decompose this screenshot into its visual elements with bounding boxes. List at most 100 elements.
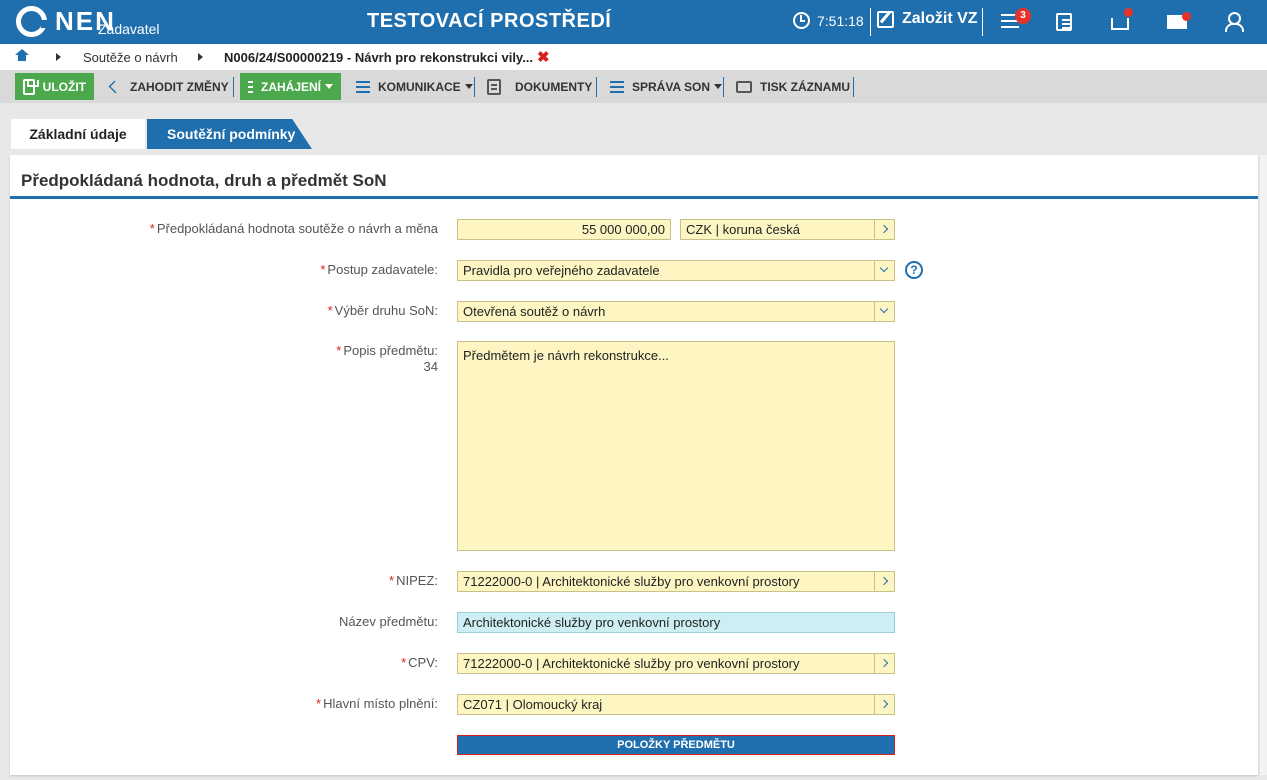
menu-icon[interactable]: 3 [1001, 8, 1031, 34]
value-label-text: Předpokládaná hodnota soutěže o návrh a … [156, 221, 438, 236]
documents-button[interactable]: DOKUMENTY [487, 73, 592, 100]
inbox-alert-dot [1124, 8, 1133, 17]
procedure-label-text: Postup zadavatele: [327, 262, 438, 277]
subject-name-label: Název předmětu: [339, 614, 438, 629]
toolbar-divider [596, 77, 597, 97]
print-label: TISK ZÁZNAMU [760, 79, 850, 94]
communication-label: KOMUNIKACE [378, 79, 461, 94]
place-label-text: Hlavní místo plnění: [323, 696, 438, 711]
chevron-right-icon[interactable] [874, 654, 894, 673]
breadcrumb-arrow-icon [56, 53, 61, 61]
discard-label: ZAHODIT ZMĚNY [130, 79, 229, 94]
calculator-icon[interactable] [1056, 13, 1072, 31]
chevron-down-icon [714, 84, 723, 89]
breadcrumb-arrow-icon [198, 53, 203, 61]
type-label-text: Výběr druhu SoN: [334, 303, 438, 318]
discard-changes-button[interactable]: ZAHODIT ZMĚNY [108, 73, 229, 100]
chevron-right-icon[interactable] [874, 695, 894, 714]
required-mark: * [401, 655, 407, 670]
list-icon [356, 80, 370, 93]
currency-field[interactable]: CZK | koruna česká [680, 219, 895, 240]
chevron-down-icon [464, 84, 473, 89]
nipez-field[interactable]: 71222000-0 | Architektonické služby pro … [457, 571, 895, 592]
breadcrumb-item-current[interactable]: N006/24/S00000219 - Návrh pro rekonstruk… [224, 50, 533, 65]
description-char-count: 34 [423, 359, 438, 374]
breadcrumb: Soutěže o návrh N006/24/S00000219 - Návr… [0, 44, 1267, 70]
user-icon[interactable] [1223, 12, 1245, 32]
manage-label: SPRÁVA SON [632, 79, 711, 94]
menu-badge: 3 [1015, 8, 1031, 24]
top-header: NEN Zadavatel TESTOVACÍ PROSTŘEDÍ 7:51:1… [0, 0, 1267, 44]
currency-value: CZK | koruna česká [686, 222, 800, 237]
clock-icon [793, 12, 810, 29]
help-icon[interactable]: ? [905, 261, 923, 279]
nipez-value: 71222000-0 | Architektonické služby pro … [463, 574, 800, 589]
session-clock: 7:51:18 [793, 12, 864, 29]
value-label: * Předpokládaná hodnota soutěže o návrh a… [150, 221, 438, 236]
toolbar-divider [723, 77, 724, 97]
nipez-label-text: NIPEZ: [396, 573, 438, 588]
estimated-value-input[interactable]: 55 000 000,00 [457, 219, 671, 240]
description-label: * Popis předmětu: [336, 343, 438, 358]
cpv-value: 71222000-0 | Architektonické služby pro … [463, 656, 800, 671]
document-icon [487, 78, 501, 95]
breadcrumb-item-competitions[interactable]: Soutěže o návrh [83, 50, 178, 65]
procedure-select[interactable]: Pravidla pro veřejného zadavatele [457, 260, 895, 281]
home-icon[interactable] [15, 49, 29, 63]
logo-subtitle: Zadavatel [98, 21, 160, 37]
list-icon [248, 80, 253, 93]
start-label: ZAHÁJENÍ [260, 79, 321, 94]
toolbar-divider [474, 77, 475, 97]
undo-icon [108, 80, 122, 93]
environment-title: TESTOVACÍ PROSTŘEDÍ [367, 10, 612, 32]
communication-menu-button[interactable]: KOMUNIKACE [356, 73, 473, 100]
type-label: * Výběr druhu SoN: [328, 303, 438, 318]
create-vz-button[interactable]: Založit VZ [877, 10, 978, 28]
edit-icon [877, 10, 894, 28]
subject-name-field: Architektonické služby pro venkovní pros… [457, 612, 895, 633]
required-mark: * [389, 573, 395, 588]
printer-icon [736, 80, 752, 93]
logo-ring-icon [16, 6, 49, 37]
close-record-icon[interactable]: ✖ [537, 48, 550, 66]
required-mark: * [336, 343, 342, 358]
toolbar-divider [853, 77, 854, 97]
tab-competition-terms[interactable]: Soutěžní podmínky [147, 119, 312, 149]
nipez-label: * NIPEZ: [389, 573, 438, 588]
required-mark: * [320, 262, 326, 277]
mail-alert-dot [1182, 12, 1191, 21]
chevron-down-icon[interactable] [874, 302, 894, 321]
chevron-right-icon[interactable] [874, 572, 894, 591]
procedure-value: Pravidla pro veřejného zadavatele [463, 263, 660, 278]
required-mark: * [316, 696, 322, 711]
scrollbar[interactable] [1260, 155, 1267, 775]
toolbar-divider [233, 77, 234, 97]
documents-label: DOKUMENTY [515, 79, 593, 94]
mail-icon[interactable] [1167, 12, 1191, 29]
start-menu-button[interactable]: ZAHÁJENÍ [240, 73, 341, 100]
form-panel: Předpokládaná hodnota, druh a předmět So… [10, 155, 1258, 775]
print-record-button[interactable]: TISK ZÁZNAMU [736, 73, 850, 100]
procedure-label: * Postup zadavatele: [320, 262, 438, 277]
inbox-icon[interactable] [1111, 8, 1133, 30]
required-mark: * [149, 221, 155, 236]
header-divider [870, 8, 871, 36]
description-textarea[interactable]: Předmětem je návrh rekonstrukce... [457, 341, 895, 551]
section-divider [10, 196, 1258, 199]
manage-son-menu-button[interactable]: SPRÁVA SON [610, 73, 723, 100]
son-type-select[interactable]: Otevřená soutěž o návrh [457, 301, 895, 322]
subject-items-button[interactable]: POLOŽKY PŘEDMĚTU [457, 735, 895, 755]
save-label: ULOŽIT [42, 79, 86, 94]
place-of-performance-field[interactable]: CZ071 | Olomoucký kraj [457, 694, 895, 715]
action-toolbar: ULOŽIT ZAHODIT ZMĚNY ZAHÁJENÍ KOMUNIKACE… [0, 70, 1267, 103]
save-button[interactable]: ULOŽIT [15, 73, 94, 100]
cpv-label-text: CPV: [408, 655, 438, 670]
place-label: * Hlavní místo plnění: [316, 696, 438, 711]
chevron-right-icon[interactable] [874, 220, 894, 239]
son-type-value: Otevřená soutěž o návrh [463, 304, 606, 319]
section-title: Předpokládaná hodnota, druh a předmět So… [21, 171, 387, 190]
chevron-down-icon[interactable] [874, 261, 894, 280]
tab-basic-info[interactable]: Základní údaje [11, 119, 145, 149]
save-icon [23, 78, 39, 95]
cpv-field[interactable]: 71222000-0 | Architektonické služby pro … [457, 653, 895, 674]
